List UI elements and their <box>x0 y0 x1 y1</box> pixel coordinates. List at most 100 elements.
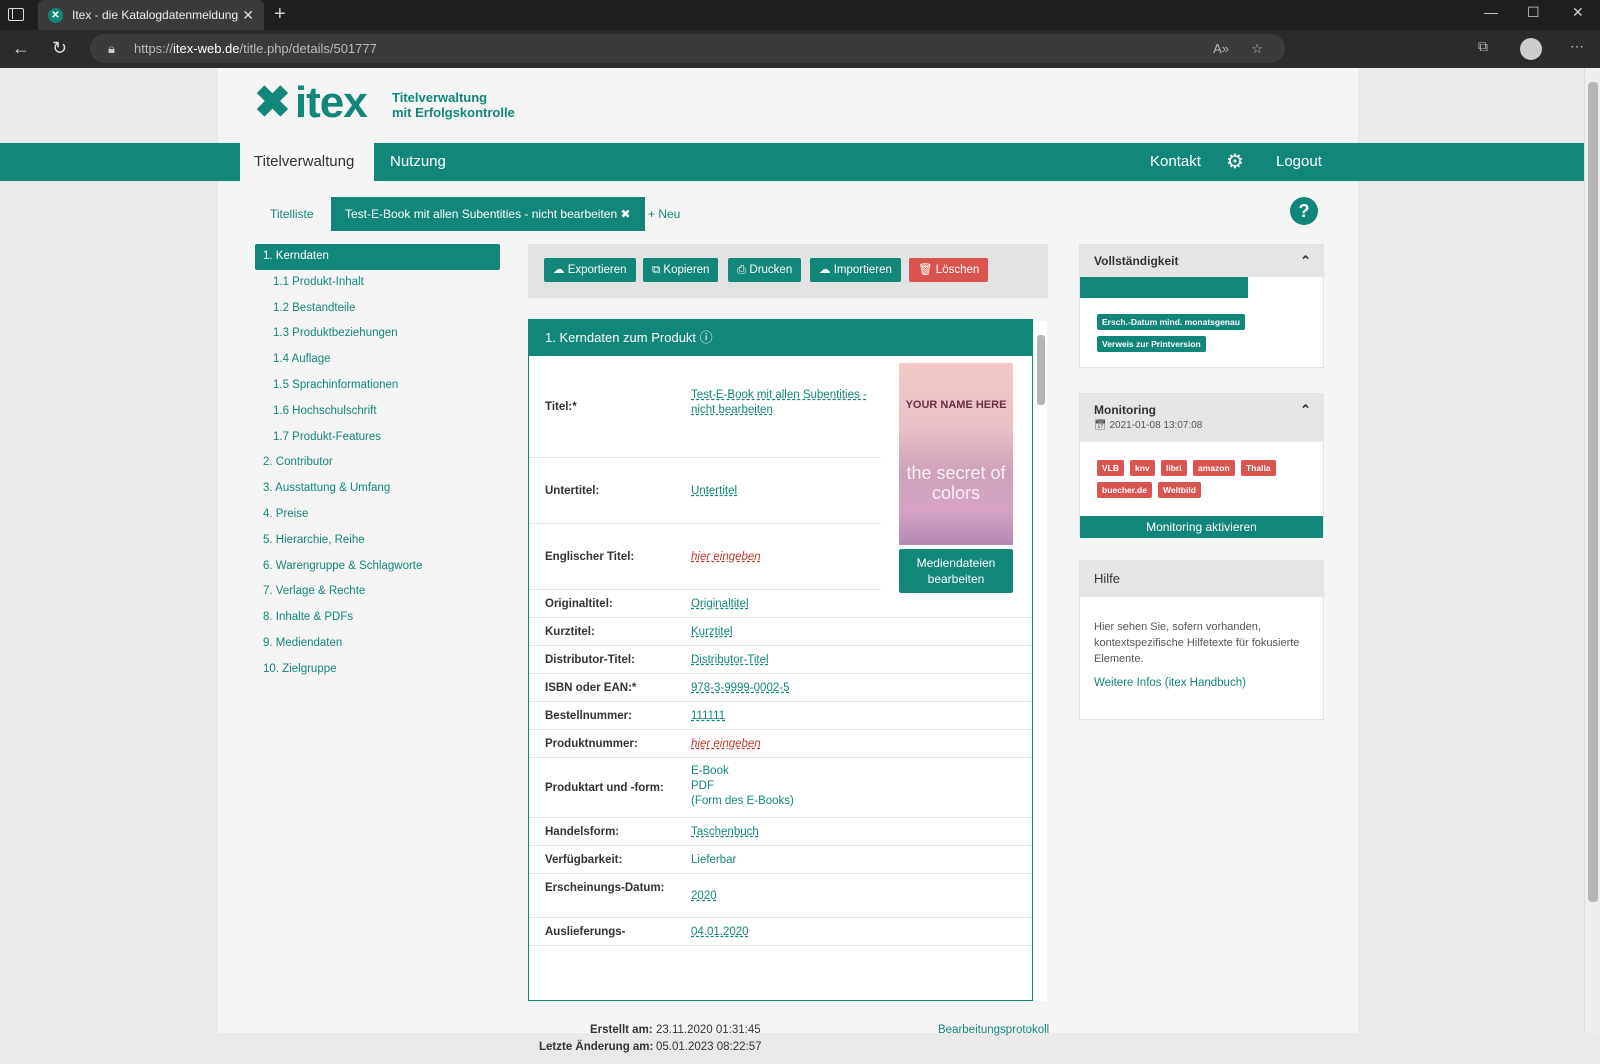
read-aloud-icon[interactable]: A» <box>1213 34 1229 63</box>
nav-logout[interactable]: Logout <box>1276 143 1322 181</box>
section-nav-item[interactable]: 3. Ausstattung & Umfang <box>255 476 500 502</box>
more-menu-icon[interactable]: ⋯ <box>1570 38 1584 55</box>
field-value[interactable]: 2020 <box>691 889 871 904</box>
field-label: Distributor-Titel: <box>545 654 635 666</box>
close-window-icon[interactable]: ✕ <box>1572 4 1584 21</box>
field-value[interactable]: hier eingeben <box>691 550 871 565</box>
profile-avatar[interactable] <box>1520 38 1542 60</box>
completeness-box: Vollständigkeit ⌃ Ersch.-Datum mind. mona… <box>1079 244 1324 368</box>
field-value[interactable]: Distributor-Titel <box>691 653 871 668</box>
tab-new[interactable]: + Neu <box>648 197 680 231</box>
section-nav-item[interactable]: 6. Warengruppe & Schlagworte <box>255 554 500 580</box>
field-value[interactable]: hier eingeben <box>691 737 871 752</box>
browser-tab[interactable]: ✕ Itex - die Katalogdatenmeldung ✕ <box>38 0 264 30</box>
edit-log-link[interactable]: Bearbeitungsprotokoll <box>938 1024 1049 1036</box>
changed-value: 05.01.2023 08:22:57 <box>656 1041 762 1053</box>
nav-titelverwaltung[interactable]: Titelverwaltung <box>240 143 374 181</box>
print-button[interactable]: ⎙ Drucken <box>728 258 802 282</box>
media-files-button[interactable]: Mediendateien bearbeiten <box>899 549 1013 593</box>
tab-titelliste[interactable]: Titelliste <box>270 197 314 231</box>
field-value[interactable]: Test-E-Book mit allen Subentities - nich… <box>691 388 871 418</box>
completeness-header[interactable]: Vollständigkeit ⌃ <box>1080 245 1323 277</box>
shop-badge[interactable]: amazon <box>1193 460 1235 476</box>
shop-badge[interactable]: VLB <box>1097 460 1124 476</box>
section-nav-item[interactable]: 1.2 Bestandteile <box>255 296 500 322</box>
nav-nutzung[interactable]: Nutzung <box>390 143 446 181</box>
delete-label: Löschen <box>935 264 980 276</box>
section-nav-item[interactable]: 1.1 Produkt-Inhalt <box>255 270 500 296</box>
field-label: Kurztitel: <box>545 626 595 638</box>
field-value[interactable]: E-Book PDF (Form des E-Books) <box>691 764 871 809</box>
section-nav-item[interactable]: 1.3 Produktbeziehungen <box>255 321 500 347</box>
minimize-icon[interactable]: — <box>1484 4 1498 20</box>
chevron-up-icon[interactable]: ⌃ <box>1300 245 1311 277</box>
field-value[interactable]: Originaltitel <box>691 597 871 612</box>
progress-fill <box>1080 277 1248 298</box>
close-tab-icon[interactable]: ✕ <box>242 0 254 30</box>
reload-icon[interactable]: ↻ <box>52 38 67 59</box>
section-nav-item[interactable]: 1.6 Hochschulschrift <box>255 399 500 425</box>
question-icon[interactable]: ⓘ <box>700 330 713 345</box>
back-icon[interactable]: ← <box>12 38 30 59</box>
new-tab-icon[interactable]: + <box>274 3 286 26</box>
shop-badge[interactable]: libri <box>1161 460 1187 476</box>
maximize-icon[interactable]: ☐ <box>1527 4 1540 21</box>
missing-badge[interactable]: Ersch.-Datum mind. monatsgenau <box>1097 314 1245 330</box>
field-row: Produktnummer: hier eingeben <box>529 730 1032 758</box>
print-label: Drucken <box>749 264 793 276</box>
created-label: Erstellt am: <box>590 1024 653 1036</box>
section-nav-item[interactable]: 5. Hierarchie, Reihe <box>255 528 500 554</box>
tab-current-title[interactable]: Test-E-Book mit allen Subentities - nich… <box>331 197 645 231</box>
favorite-icon[interactable]: ☆ <box>1251 34 1263 63</box>
page-scroll-thumb[interactable] <box>1588 82 1598 902</box>
section-nav-item[interactable]: 9. Mediendaten <box>255 631 500 657</box>
collections-icon[interactable]: ⧉ <box>1478 38 1488 55</box>
panel-title: 1. Kerndaten zum Produkt ⓘ <box>529 320 1032 356</box>
section-nav-item[interactable]: 10. Zielgruppe <box>255 657 500 683</box>
tab-actions-icon[interactable] <box>8 8 24 21</box>
delete-button[interactable]: 🗑︎ Löschen <box>909 258 989 282</box>
field-value[interactable]: 111111 <box>691 709 871 724</box>
field-value[interactable]: 978-3-9999-0002-5 <box>691 681 871 696</box>
tagline-line-2: mit Erfolgskontrolle <box>392 105 515 120</box>
field-value[interactable]: 04.01.2020 <box>691 925 871 940</box>
nav-kontakt[interactable]: Kontakt <box>1150 143 1201 181</box>
panel-scroll-thumb[interactable] <box>1037 335 1045 405</box>
shop-badge[interactable]: buecher.de <box>1097 482 1152 498</box>
panel-scrollbar[interactable] <box>1035 321 1047 1001</box>
chevron-up-icon[interactable]: ⌃ <box>1300 400 1311 420</box>
export-button[interactable]: ☁ Exportieren <box>544 258 636 282</box>
shop-badge[interactable]: knv <box>1130 460 1155 476</box>
section-nav-item[interactable]: 2. Contributor <box>255 450 500 476</box>
section-nav-item[interactable]: 1.5 Sprachinformationen <box>255 373 500 399</box>
copy-label: Kopieren <box>663 264 710 276</box>
section-nav-item[interactable]: 1. Kerndaten <box>255 244 500 270</box>
help-manual-link[interactable]: Weitere Infos (itex Handbuch) <box>1094 677 1246 689</box>
missing-badge[interactable]: Verweis zur Printversion <box>1097 336 1206 352</box>
monitoring-header[interactable]: Monitoring 📅︎ 2021-01-08 13:07:08 ⌃ <box>1080 394 1323 442</box>
field-value[interactable]: Taschenbuch <box>691 825 871 840</box>
url-field[interactable]: 🔒︎ https://itex-web.de/title.php/details/… <box>90 34 1285 63</box>
field-value[interactable]: Kurztitel <box>691 625 871 640</box>
shop-badge[interactable]: Thalia <box>1241 460 1276 476</box>
section-nav-item[interactable]: 4. Preise <box>255 502 500 528</box>
copy-button[interactable]: ⧉ Kopieren <box>643 258 719 282</box>
export-label: Exportieren <box>567 264 627 276</box>
import-button[interactable]: ☁ Importieren <box>810 258 901 282</box>
help-icon[interactable]: ? <box>1290 197 1318 225</box>
address-bar-row: ← ↻ 🔒︎ https://itex-web.de/title.php/deta… <box>0 30 1600 68</box>
section-nav-item[interactable]: 7. Verlage & Rechte <box>255 579 500 605</box>
help-box: Hilfe Hier sehen Sie, sofern vorhanden, … <box>1079 560 1324 720</box>
field-value[interactable]: Untertitel <box>691 484 871 499</box>
field-value[interactable]: Lieferbar <box>691 853 871 868</box>
help-title: Hilfe <box>1080 561 1323 597</box>
section-nav-item[interactable]: 1.4 Auflage <box>255 347 500 373</box>
itex-logo[interactable]: ✖ itex <box>254 81 368 125</box>
page-scrollbar[interactable] <box>1584 68 1600 1033</box>
activate-monitoring-button[interactable]: Monitoring aktivieren <box>1080 516 1323 538</box>
section-nav-item[interactable]: 8. Inhalte & PDFs <box>255 605 500 631</box>
shop-badge[interactable]: Weltbild <box>1158 482 1201 498</box>
gear-icon[interactable]: ⚙ <box>1226 149 1244 174</box>
monitoring-date-text: 2021-01-08 13:07:08 <box>1109 420 1203 431</box>
section-nav-item[interactable]: 1.7 Produkt-Features <box>255 425 500 451</box>
